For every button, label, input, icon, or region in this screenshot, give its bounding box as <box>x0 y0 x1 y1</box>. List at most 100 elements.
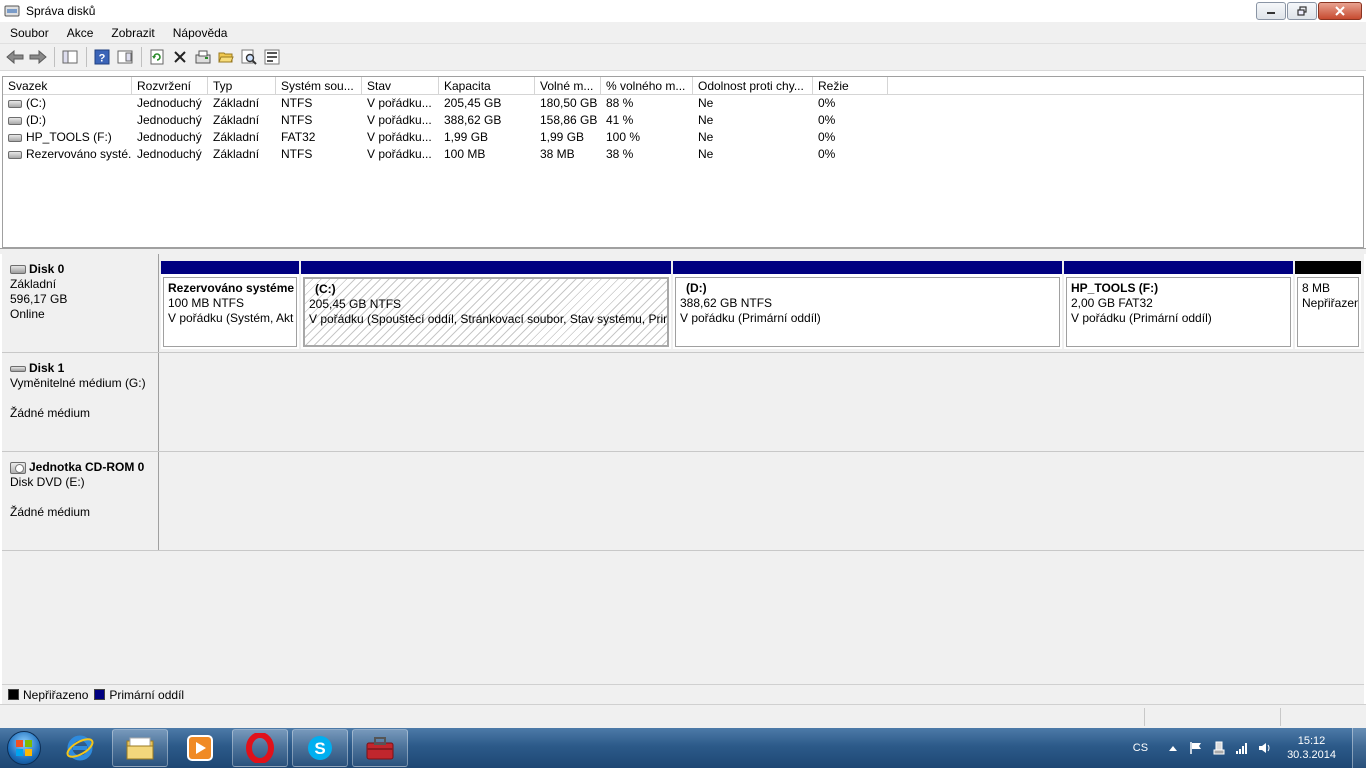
table-cell: 1,99 GB <box>535 129 601 146</box>
column-header-odolnost[interactable]: Odolnost proti chy... <box>693 77 813 94</box>
table-cell: Základní <box>208 129 276 146</box>
toolbar-separator <box>54 47 55 67</box>
partition-status: V pořádku (Systém, Akt <box>168 311 294 325</box>
taskbar-media-player[interactable] <box>172 729 228 767</box>
show-desktop-button[interactable] <box>1352 728 1366 768</box>
column-header-kapacita[interactable]: Kapacita <box>439 77 535 94</box>
table-row[interactable]: (D:) Jednoduchý Základní NTFS V pořádku... 38… <box>3 112 1363 129</box>
table-row[interactable]: HP_TOOLS (F:) Jednoduchý Základní FAT32 V po… <box>3 129 1363 146</box>
partition-system-reserved[interactable]: Rezervováno systéme 100 MB NTFS V pořádk… <box>161 261 299 349</box>
column-header-stav[interactable]: Stav <box>362 77 439 94</box>
cell-text: Základní <box>213 147 260 161</box>
file-explorer-icon <box>126 737 154 760</box>
table-cell: Ne <box>693 129 813 146</box>
table-cell: Ne <box>693 146 813 163</box>
volume-list: Svazek Rozvržení Typ Systém sou... Stav … <box>2 76 1364 248</box>
column-header-svazek[interactable]: Svazek <box>3 77 132 94</box>
disk-graph-view: Disk 0 Základní 596,17 GB Online Rezervo… <box>2 254 1364 684</box>
menu-zobrazit[interactable]: Zobrazit <box>101 26 162 40</box>
disk-0-size: 596,17 GB <box>10 292 68 306</box>
safely-remove-hardware-icon[interactable] <box>1212 741 1226 755</box>
column-header-system-souboru[interactable]: Systém sou... <box>276 77 362 94</box>
restore-button[interactable] <box>1287 2 1317 20</box>
cell-text: 88 % <box>606 96 634 110</box>
help-icon[interactable]: ? <box>91 46 113 68</box>
network-signal-icon[interactable] <box>1235 741 1249 755</box>
table-cell: 180,50 GB <box>535 95 601 112</box>
taskbar-file-explorer[interactable] <box>112 729 168 767</box>
back-icon[interactable] <box>4 46 26 68</box>
forward-icon[interactable] <box>27 46 49 68</box>
cell-text: Základní <box>213 113 260 127</box>
menu-soubor[interactable]: Soubor <box>0 26 57 40</box>
search-icon[interactable] <box>238 46 260 68</box>
windows-logo-icon <box>7 731 41 765</box>
status-bar <box>0 704 1366 728</box>
cell-text: Základní <box>213 130 260 144</box>
minimize-button[interactable] <box>1256 2 1286 20</box>
taskbar-opera[interactable] <box>232 729 288 767</box>
table-cell: 0% <box>813 129 888 146</box>
volume-icon[interactable] <box>1258 741 1272 755</box>
table-cell: 100 % <box>601 129 693 146</box>
table-cell: V pořádku... <box>362 95 439 112</box>
table-cell: 38 MB <box>535 146 601 163</box>
table-cell: 41 % <box>601 112 693 129</box>
language-indicator[interactable]: CS <box>1133 742 1148 754</box>
cdrom-0-status: Žádné médium <box>10 505 91 519</box>
start-button[interactable] <box>0 728 48 768</box>
table-row[interactable]: (C:) Jednoduchý Základní NTFS V pořádku... 20… <box>3 95 1363 112</box>
menu-napoveda[interactable]: Nápověda <box>163 26 236 40</box>
toolbar-separator <box>141 47 142 67</box>
settings-icon[interactable] <box>261 46 283 68</box>
taskbar-skype[interactable]: S <box>292 729 348 767</box>
disk-1-label[interactable]: Disk 1 Vyměnitelné médium (G:) Žádné méd… <box>2 353 159 451</box>
delete-icon[interactable] <box>169 46 191 68</box>
disk-row-cdrom: Jednotka CD-ROM 0 Disk DVD (E:) Žádné mé… <box>2 452 1364 551</box>
taskbar-internet-explorer[interactable] <box>52 729 108 767</box>
removable-disk-icon <box>10 365 26 372</box>
table-cell: NTFS <box>276 146 362 163</box>
show-hidden-icons-icon[interactable] <box>1166 741 1180 755</box>
partition-size: 8 MB <box>1302 281 1331 295</box>
rescan-icon[interactable] <box>192 46 214 68</box>
cell-text: Jednoduchý <box>137 113 202 127</box>
table-cell: 205,45 GB <box>439 95 535 112</box>
console-tree-icon[interactable] <box>59 46 81 68</box>
table-cell: V pořádku... <box>362 129 439 146</box>
column-header-volne-misto[interactable]: Volné m... <box>535 77 601 94</box>
clock-time: 15:12 <box>1297 735 1326 747</box>
refresh-icon[interactable] <box>146 46 168 68</box>
table-row[interactable]: Rezervováno systé... Jednoduchý Základní NT… <box>3 146 1363 163</box>
column-header-typ[interactable]: Typ <box>208 77 276 94</box>
system-tray: CS 15:12 30.3.2014 <box>1133 728 1366 768</box>
cell-text: FAT32 <box>281 130 316 144</box>
partition-unallocated[interactable]: 8 MB Nepřiřazen <box>1295 261 1361 349</box>
partition-hp-tools[interactable]: HP_TOOLS (F:) 2,00 GB FAT32 V pořádku (P… <box>1064 261 1293 349</box>
partition-size: 388,62 GB NTFS <box>680 296 773 310</box>
cdrom-0-label[interactable]: Jednotka CD-ROM 0 Disk DVD (E:) Žádné mé… <box>2 452 159 550</box>
cell-text: V pořádku... <box>367 147 432 161</box>
menu-akce[interactable]: Akce <box>57 26 102 40</box>
legend-unallocated-swatch <box>8 689 19 700</box>
cell-text: Jednoduchý <box>137 147 202 161</box>
partition-c[interactable]: (C:) 205,45 GB NTFS V pořádku (Spouštěcí… <box>301 261 671 349</box>
column-header-rezie[interactable]: Režie <box>813 77 888 94</box>
volume-rows: (C:) Jednoduchý Základní NTFS V pořádku... 20… <box>3 95 1363 163</box>
column-header-rozvrzeni[interactable]: Rozvržení <box>132 77 208 94</box>
column-header-procento-volneho[interactable]: % volného m... <box>601 77 693 94</box>
cell-text: 0% <box>818 130 836 144</box>
action-center-flag-icon[interactable] <box>1189 741 1203 755</box>
clock[interactable]: 15:12 30.3.2014 <box>1287 734 1336 762</box>
taskbar-computer-management[interactable] <box>352 729 408 767</box>
partition-size: 205,45 GB NTFS <box>309 297 402 311</box>
cell-text: Jednoduchý <box>137 130 202 144</box>
open-icon[interactable] <box>215 46 237 68</box>
close-button[interactable] <box>1318 2 1362 20</box>
properties-icon[interactable] <box>114 46 136 68</box>
menu-bar: Soubor Akce Zobrazit Nápověda <box>0 22 1366 44</box>
partition-d[interactable]: (D:) 388,62 GB NTFS V pořádku (Primární … <box>673 261 1062 349</box>
disk-0-label[interactable]: Disk 0 Základní 596,17 GB Online <box>2 254 159 352</box>
cell-text: 1,99 GB <box>444 130 489 144</box>
partition-bar-primary <box>1064 261 1293 274</box>
